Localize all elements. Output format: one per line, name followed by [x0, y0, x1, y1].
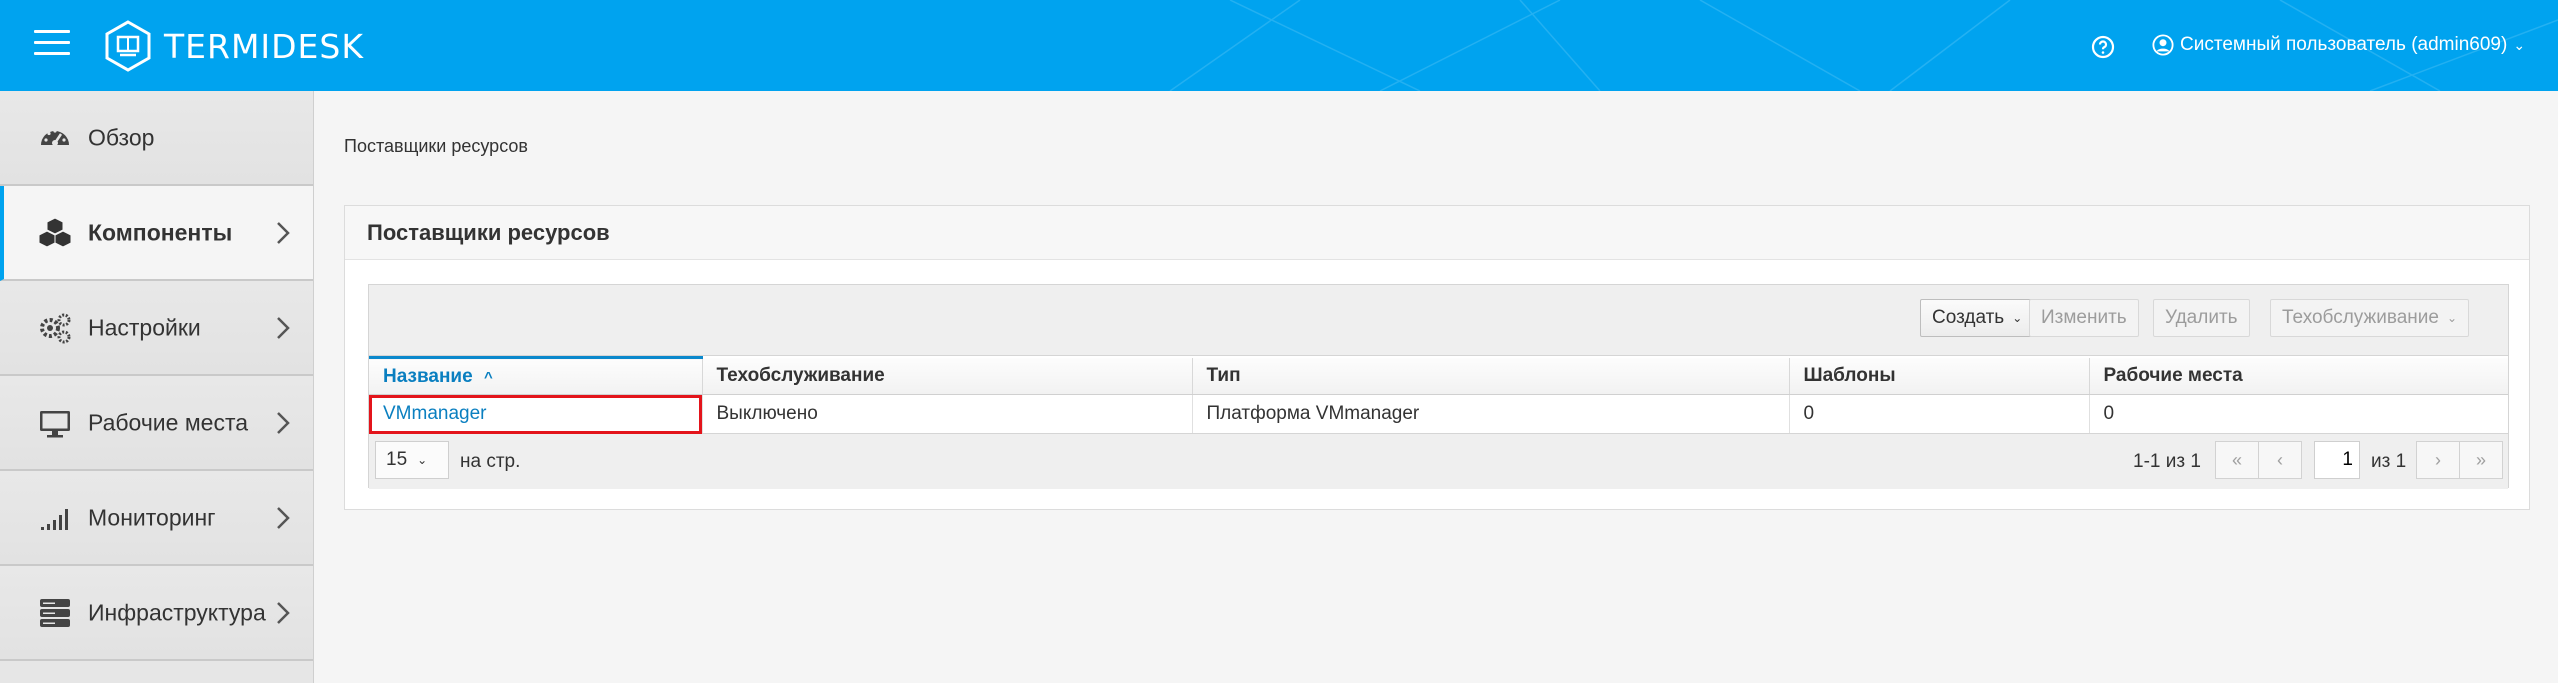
column-header-maintenance[interactable]: Техобслуживание: [702, 357, 1193, 395]
edit-button-label: Изменить: [2041, 307, 2127, 328]
chevron-right-icon: [277, 411, 290, 434]
chevron-right-icon: [277, 316, 290, 339]
top-header: TERMIDESK Системный пользователь (admin6…: [0, 0, 2558, 91]
column-header-type[interactable]: Тип: [1192, 357, 1790, 395]
first-page-button[interactable]: «: [2215, 441, 2259, 479]
sidebar-item-label: Рабочие места: [88, 409, 249, 435]
maintenance-button-label: Техобслуживание: [2282, 307, 2439, 328]
next-page-button[interactable]: ›: [2416, 441, 2460, 479]
cell-workplaces: 0: [2089, 394, 2508, 434]
cell-templates: 0: [1789, 394, 2090, 434]
sidebar-item-settings[interactable]: Настройки: [0, 281, 313, 376]
pagination-range: 1-1 из 1: [2133, 451, 2201, 472]
chevron-right-icon: [277, 506, 290, 529]
sidebar-item-label: Обзор: [88, 124, 155, 150]
logo-hexagon-icon: [105, 20, 151, 72]
sidebar-item-infrastructure[interactable]: Инфраструктура: [0, 566, 313, 661]
menu-toggle-button[interactable]: [34, 30, 70, 60]
sidebar-item-overview[interactable]: Обзор: [0, 91, 313, 186]
cell-type: Платформа VMmanager: [1192, 394, 1790, 434]
cell-maintenance: Выключено: [702, 394, 1193, 434]
per-page-label: на стр.: [460, 451, 521, 472]
gears-icon: [40, 313, 71, 343]
page-title: Поставщики ресурсов: [367, 219, 610, 245]
providers-table-container: Создать ⌄ Изменить Удалить Техобслуживан…: [368, 284, 2509, 489]
total-pages-label: из 1: [2371, 451, 2407, 472]
panel-header: Поставщики ресурсов: [345, 206, 2529, 260]
signal-bars-icon: [41, 508, 68, 530]
sidebar-item-label: Компоненты: [88, 219, 233, 245]
chevron-right-icon: ›: [2435, 449, 2441, 470]
chevron-down-icon: ⌄: [2513, 36, 2526, 53]
sidebar-item-label: Настройки: [88, 314, 201, 340]
providers-table: Название ^ Техобслуживание Тип Шаблоны Р…: [369, 356, 2508, 434]
last-page-button[interactable]: »: [2459, 441, 2503, 479]
column-header-templates[interactable]: Шаблоны: [1789, 357, 2090, 395]
sidebar-item-label: Мониторинг: [88, 504, 216, 530]
provider-name-link[interactable]: VMmanager: [369, 394, 703, 434]
cubes-icon: [38, 216, 72, 248]
chevron-right-icon: [277, 601, 290, 624]
user-name: Системный пользователь (admin609): [2180, 34, 2508, 55]
sidebar: Обзор Компоненты Настройки Рабочие места…: [0, 91, 314, 683]
per-page-select[interactable]: 15 ⌄: [375, 441, 449, 479]
edit-button[interactable]: Изменить: [2029, 299, 2139, 337]
logo-text: TERMIDESK: [164, 26, 364, 66]
sidebar-item-monitoring[interactable]: Мониторинг: [0, 471, 313, 566]
chevron-down-icon: ⌄: [2012, 311, 2023, 325]
chevron-left-icon: ‹: [2277, 449, 2283, 470]
user-circle-icon: [2152, 34, 2174, 56]
user-menu[interactable]: Системный пользователь (admin609) ⌄: [2152, 34, 2525, 56]
desktop-icon: [40, 410, 70, 437]
chevron-down-icon: ⌄: [417, 453, 428, 467]
table-toolbar: Создать ⌄ Изменить Удалить Техобслуживан…: [369, 285, 2508, 356]
double-chevron-left-icon: «: [2231, 449, 2242, 470]
dashboard-icon: [41, 128, 69, 146]
create-button[interactable]: Создать ⌄: [1920, 299, 2035, 337]
current-page-input[interactable]: [2314, 441, 2360, 479]
delete-button[interactable]: Удалить: [2153, 299, 2250, 337]
resource-providers-panel: Поставщики ресурсов Создать ⌄ Изменить У…: [344, 205, 2530, 510]
column-header-workplaces[interactable]: Рабочие места: [2089, 357, 2508, 395]
sort-ascending-icon: ^: [483, 368, 493, 386]
column-header-name[interactable]: Название ^: [369, 356, 703, 395]
delete-button-label: Удалить: [2165, 307, 2238, 328]
sidebar-item-components[interactable]: Компоненты: [0, 186, 313, 281]
server-stack-icon: [40, 598, 70, 627]
question-circle-icon[interactable]: [2091, 35, 2115, 59]
chevron-right-icon: [277, 221, 290, 244]
sidebar-item-label: Инфраструктура: [88, 599, 266, 625]
create-button-label: Создать: [1932, 307, 2005, 328]
pagination-bar: 15 ⌄ на стр. 1-1 из 1 « ‹ из 1 › »: [369, 434, 2508, 489]
maintenance-button[interactable]: Техобслуживание ⌄: [2270, 299, 2470, 337]
previous-page-button[interactable]: ‹: [2258, 441, 2302, 479]
table-row[interactable]: VMmanager Выключено Платформа VMmanager …: [369, 394, 2508, 434]
termidesk-logo[interactable]: TERMIDESK: [104, 20, 364, 72]
chevron-down-icon: ⌄: [2446, 311, 2458, 325]
table-header-row: Название ^ Техобслуживание Тип Шаблоны Р…: [369, 356, 2508, 395]
double-chevron-right-icon: »: [2475, 449, 2486, 470]
breadcrumb: Поставщики ресурсов: [344, 136, 528, 156]
sidebar-item-workplaces[interactable]: Рабочие места: [0, 376, 313, 471]
